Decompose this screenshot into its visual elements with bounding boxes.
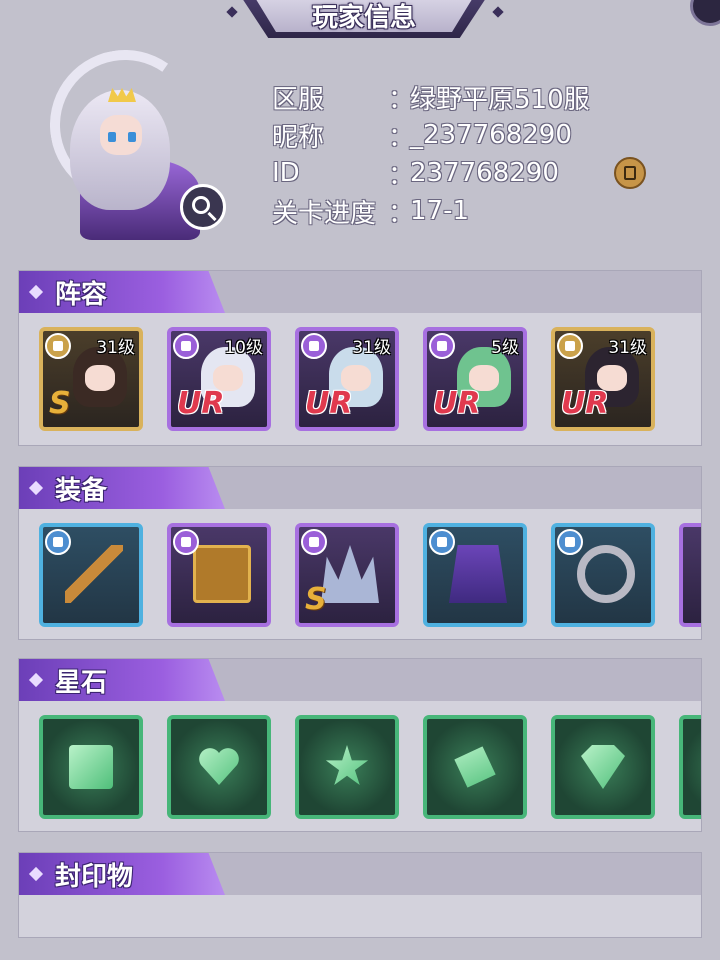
- ring-icon: [577, 545, 635, 603]
- equipment-slot[interactable]: [423, 523, 527, 627]
- equipment-slot[interactable]: [167, 523, 271, 627]
- equipment-slot[interactable]: [39, 523, 143, 627]
- sword-class-icon: [557, 333, 583, 359]
- sword-class-icon: [301, 333, 327, 359]
- id-label: ID: [272, 158, 300, 188]
- nickname-row: 昵称 ： _237768290: [272, 116, 590, 154]
- view-details-button[interactable]: [180, 184, 226, 230]
- player-info: 区服 ： 绿野平原510服 昵称 ： _237768290 ID ： 23776…: [272, 78, 590, 230]
- star-stone-list: [19, 709, 701, 819]
- hero-slot[interactable]: 10级 UR: [167, 327, 271, 431]
- server-row: 区服 ： 绿野平原510服: [272, 78, 590, 116]
- lineup-header: 阵容: [19, 271, 225, 313]
- scepter-icon: [65, 545, 123, 603]
- hero-slot[interactable]: 31级 S: [39, 327, 143, 431]
- star-stone-slot[interactable]: [39, 715, 143, 819]
- hero-list: 31级 S 10级 UR 31级 UR 5级 UR 31级 UR: [19, 321, 701, 431]
- lineup-section: 阵容 31级 S 10级 UR 31级 UR 5级 UR 31级 UR: [18, 270, 702, 446]
- diamond-gem-icon: [447, 739, 503, 795]
- copy-icon: [624, 166, 636, 180]
- star-stone-slot[interactable]: [551, 715, 655, 819]
- avatar-character: [70, 80, 200, 240]
- close-button[interactable]: [690, 0, 720, 26]
- title-banner: 玩家信息: [238, 0, 490, 38]
- server-label: 区服: [272, 84, 325, 115]
- star-gem-icon: [325, 745, 369, 786]
- equipment-slot[interactable]: S: [295, 523, 399, 627]
- heart-gem-icon: [197, 745, 241, 789]
- gun-class-icon: [429, 333, 455, 359]
- seal-section: 封印物: [18, 852, 702, 938]
- equipment-header: 装备: [19, 467, 225, 509]
- player-avatar[interactable]: [20, 38, 226, 240]
- star-stone-slot[interactable]: [167, 715, 271, 819]
- cloak-icon: [449, 545, 507, 603]
- id-value: 237768290: [410, 158, 559, 188]
- magnifier-icon: [192, 196, 210, 214]
- decor-sparkle-icon: [226, 6, 238, 18]
- square-gem-icon: [69, 745, 113, 789]
- star-stone-slot-partial[interactable]: [679, 715, 701, 819]
- progress-row: 关卡进度 ： 17-1: [272, 192, 590, 230]
- staff-class-icon: [173, 333, 199, 359]
- crown-icon: [321, 545, 379, 603]
- book-icon: [193, 545, 251, 603]
- equipment-slot[interactable]: [551, 523, 655, 627]
- decor-sparkle-icon: [492, 6, 504, 18]
- nickname-value: _237768290: [410, 120, 572, 150]
- copy-id-button[interactable]: [614, 157, 646, 189]
- page-title: 玩家信息: [311, 2, 416, 33]
- triangle-gem-icon: [581, 745, 625, 789]
- equipment-slot-partial[interactable]: [679, 523, 701, 627]
- player-info-screen: 玩家信息 区服 ： 绿野平原510服 昵称 ： _237768290 ID ： …: [0, 0, 720, 960]
- nickname-label: 昵称: [272, 122, 325, 153]
- equipment-section: 装备 S: [18, 466, 702, 640]
- hero-slot[interactable]: 5级 UR: [423, 327, 527, 431]
- seal-header: 封印物: [19, 853, 225, 895]
- hero-slot[interactable]: 31级 UR: [551, 327, 655, 431]
- star-stone-slot[interactable]: [295, 715, 399, 819]
- star-stone-slot[interactable]: [423, 715, 527, 819]
- star-stone-header: 星石: [19, 659, 225, 701]
- equipment-list: S: [19, 517, 701, 627]
- element-icon: [45, 333, 71, 359]
- hero-slot[interactable]: 31级 UR: [295, 327, 399, 431]
- progress-value: 17-1: [410, 196, 470, 226]
- server-value: 绿野平原510服: [410, 84, 590, 115]
- id-row: ID ： 237768290: [272, 158, 559, 191]
- progress-label: 关卡进度: [272, 198, 377, 229]
- star-stone-section: 星石: [18, 658, 702, 832]
